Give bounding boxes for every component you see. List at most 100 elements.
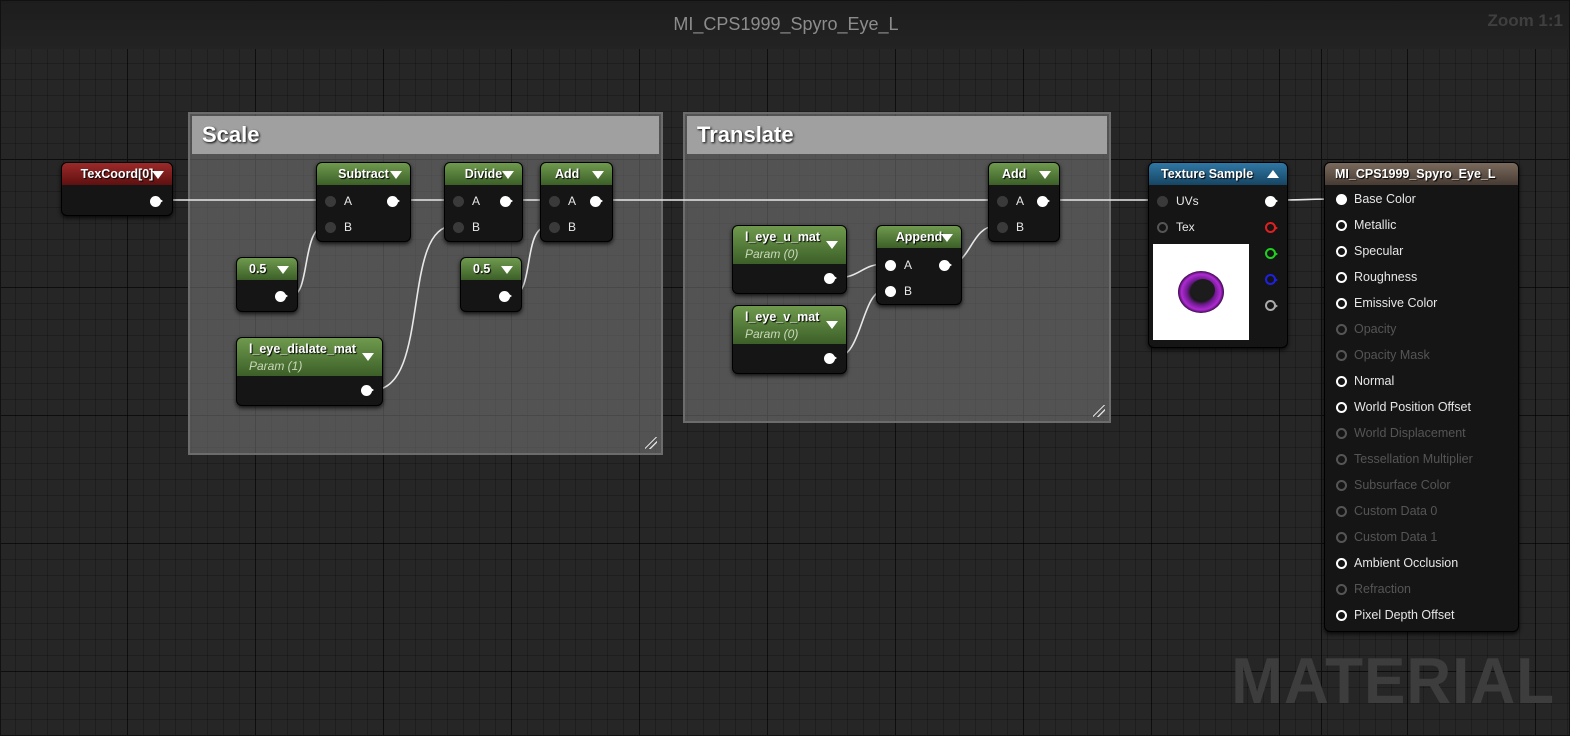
pin-label-b: B — [472, 220, 481, 234]
result-input-pin[interactable] — [1336, 272, 1347, 283]
chevron-down-icon[interactable] — [826, 241, 838, 249]
result-pin-label: Ambient Occlusion — [1354, 556, 1459, 570]
input-pin-b[interactable] — [885, 286, 896, 297]
chevron-down-icon[interactable] — [941, 234, 953, 242]
node-constant-0-5[interactable]: 0.5 — [460, 257, 522, 312]
result-input-pin[interactable] — [1336, 350, 1347, 361]
output-pin-a[interactable] — [1265, 300, 1278, 311]
chevron-down-icon[interactable] — [502, 171, 514, 179]
output-pin-r[interactable] — [1265, 222, 1278, 233]
node-title: Subtract — [338, 167, 389, 181]
input-pin-a[interactable] — [453, 196, 464, 207]
result-input-pin[interactable] — [1336, 506, 1347, 517]
node-subtitle: Param (0) — [745, 327, 799, 341]
node-add-translate[interactable]: Add A B — [988, 162, 1060, 242]
result-input-pin[interactable] — [1336, 532, 1347, 543]
result-pin-label: Custom Data 1 — [1354, 530, 1438, 544]
node-subtract[interactable]: Subtract A B — [316, 162, 411, 242]
result-input-pin[interactable] — [1336, 480, 1347, 491]
input-pin-tex[interactable] — [1157, 222, 1168, 233]
input-pin-b[interactable] — [997, 222, 1008, 233]
result-input-pin[interactable] — [1336, 298, 1347, 309]
node-texture-sample[interactable]: Texture Sample UVs Tex — [1148, 162, 1288, 348]
result-input-pin[interactable] — [1336, 584, 1347, 595]
texture-preview — [1153, 244, 1249, 340]
chevron-down-icon[interactable] — [362, 353, 374, 361]
node-constant-0-5[interactable]: 0.5 — [236, 257, 298, 312]
output-pin-b[interactable] — [1265, 274, 1278, 285]
pin-label-tex: Tex — [1176, 220, 1195, 234]
result-pin-label: Subsurface Color — [1354, 478, 1451, 492]
result-pin-label: Tessellation Multiplier — [1354, 452, 1473, 466]
pin-label-a: A — [568, 194, 577, 208]
input-pin-a[interactable] — [549, 196, 560, 207]
result-pin-label: Normal — [1354, 374, 1395, 388]
output-pin-rgb[interactable] — [1265, 196, 1278, 207]
result-input-pin[interactable] — [1336, 428, 1347, 439]
chevron-down-icon[interactable] — [501, 266, 513, 274]
node-param-eye-u[interactable]: l_eye_u_mat Param (0) — [732, 225, 847, 294]
result-pin-label: World Displacement — [1354, 426, 1466, 440]
node-title: Add — [1002, 167, 1027, 181]
result-input-pin[interactable] — [1336, 194, 1347, 205]
output-pin[interactable] — [361, 385, 374, 396]
result-pin-label: Emissive Color — [1354, 296, 1438, 310]
node-title: 0.5 — [249, 262, 267, 276]
result-input-pin[interactable] — [1336, 246, 1347, 257]
node-title: MI_CPS1999_Spyro_Eye_L — [1335, 167, 1496, 181]
pin-label-a: A — [472, 194, 481, 208]
result-input-pin[interactable] — [1336, 376, 1347, 387]
result-pin-label: Opacity Mask — [1354, 348, 1430, 362]
output-pin[interactable] — [939, 260, 952, 271]
result-input-pin[interactable] — [1336, 220, 1347, 231]
chevron-up-icon[interactable] — [1267, 170, 1279, 178]
result-pin-label: Custom Data 0 — [1354, 504, 1438, 518]
input-pin-b[interactable] — [325, 222, 336, 233]
material-graph-canvas[interactable]: MI_CPS1999_Spyro_Eye_L Zoom 1:1 Scale Tr… — [0, 0, 1570, 736]
output-pin[interactable] — [824, 273, 837, 284]
result-input-pin[interactable] — [1336, 610, 1347, 621]
pin-label-b: B — [1016, 220, 1025, 234]
pin-label-a: A — [904, 258, 913, 272]
node-add-scale[interactable]: Add A B — [540, 162, 613, 242]
output-pin[interactable] — [150, 196, 163, 207]
output-pin[interactable] — [275, 291, 288, 302]
output-pin[interactable] — [499, 291, 512, 302]
output-pin[interactable] — [824, 353, 837, 364]
input-pin-b[interactable] — [453, 222, 464, 233]
chevron-down-icon[interactable] — [592, 171, 604, 179]
node-texcoord[interactable]: TexCoord[0] — [61, 162, 173, 216]
input-pin-a[interactable] — [885, 260, 896, 271]
pin-label-b: B — [344, 220, 353, 234]
result-pin-label: Specular — [1354, 244, 1404, 258]
pin-label-a: A — [1016, 194, 1025, 208]
chevron-down-icon[interactable] — [1039, 171, 1051, 179]
node-title: Add — [555, 167, 580, 181]
chevron-down-icon[interactable] — [390, 171, 402, 179]
node-append[interactable]: Append A B — [876, 225, 962, 305]
output-pin[interactable] — [500, 196, 513, 207]
result-input-pin[interactable] — [1336, 402, 1347, 413]
chevron-down-icon[interactable] — [277, 266, 289, 274]
output-pin-g[interactable] — [1265, 248, 1278, 259]
output-pin[interactable] — [590, 196, 603, 207]
chevron-down-icon[interactable] — [152, 171, 164, 179]
output-pin[interactable] — [387, 196, 400, 207]
input-pin-uvs[interactable] — [1157, 196, 1168, 207]
chevron-down-icon[interactable] — [826, 321, 838, 329]
node-material-result[interactable]: MI_CPS1999_Spyro_Eye_L Base Color Metalli… — [1324, 162, 1519, 632]
input-pin-b[interactable] — [549, 222, 560, 233]
node-param-eye-dialate[interactable]: l_eye_dialate_mat Param (1) — [236, 337, 383, 406]
node-param-eye-v[interactable]: l_eye_v_mat Param (0) — [732, 305, 847, 374]
result-input-pin[interactable] — [1336, 558, 1347, 569]
result-input-pin[interactable] — [1336, 454, 1347, 465]
wire-dialate-to-divide-b — [372, 225, 454, 391]
node-divide[interactable]: Divide A B — [444, 162, 523, 242]
output-pin[interactable] — [1037, 196, 1050, 207]
result-input-pin[interactable] — [1336, 324, 1347, 335]
node-title: 0.5 — [473, 262, 491, 276]
input-pin-a[interactable] — [997, 196, 1008, 207]
pin-label-a: A — [344, 194, 353, 208]
node-title: TexCoord[0] — [80, 167, 154, 181]
input-pin-a[interactable] — [325, 196, 336, 207]
